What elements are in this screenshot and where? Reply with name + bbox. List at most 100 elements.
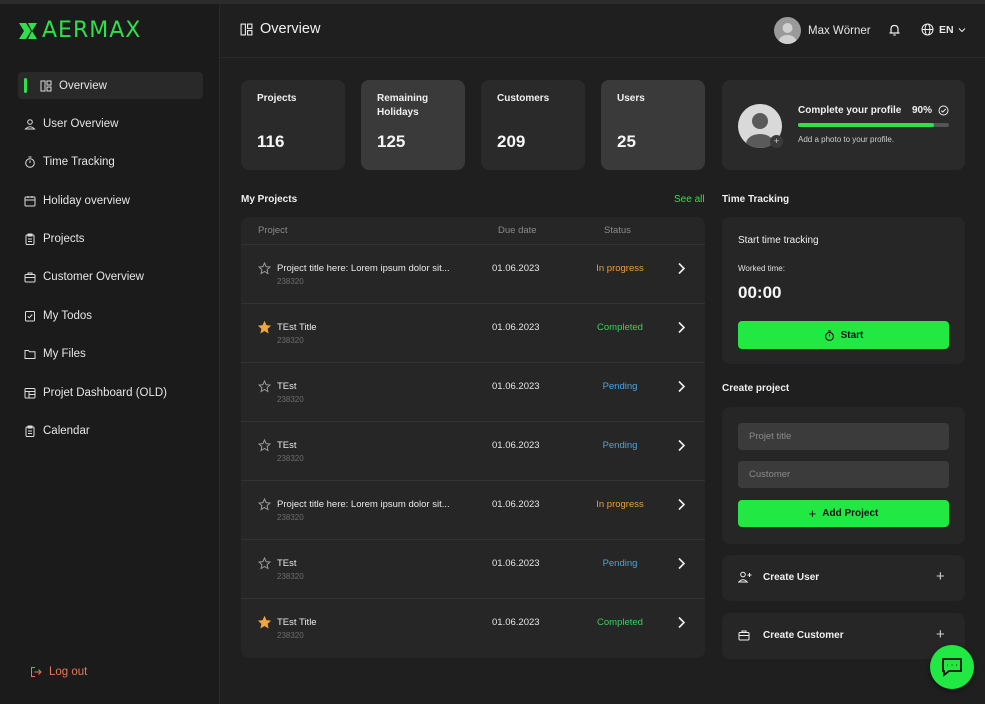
sidebar-item-label: Calendar [43, 425, 90, 438]
language-label: EN [939, 23, 954, 36]
create-user-label: Create User [763, 572, 820, 583]
star-icon[interactable] [258, 439, 271, 452]
stat-label: Remaining Holidays [377, 93, 429, 118]
plus-icon: + [808, 506, 817, 521]
create-user-card[interactable]: Create User + [722, 555, 965, 601]
chevron-right-icon[interactable] [677, 498, 686, 511]
active-indicator [24, 78, 27, 93]
stat-card-projects[interactable]: Projects 116 [241, 80, 345, 170]
sidebar-item-projet-dashboard-old[interactable]: Projet Dashboard (OLD) [18, 379, 203, 406]
stopwatch-icon [824, 329, 834, 341]
stat-label: Projects [257, 93, 297, 104]
dashboard-icon [40, 80, 52, 92]
star-icon[interactable] [258, 380, 271, 393]
sidebar-item-label: Projet Dashboard (OLD) [43, 386, 167, 399]
due-date: 01.06.2023 [492, 499, 540, 510]
table-row[interactable]: TEst 238320 01.06.2023 Pending [241, 363, 705, 422]
sidebar-item-time-tracking[interactable]: Time Tracking [18, 149, 203, 176]
avatar [774, 17, 801, 44]
worked-time-label: Worked time: [738, 264, 785, 273]
sidebar-item-user-overview[interactable]: User Overview [18, 110, 203, 137]
sidebar-item-holiday-overview[interactable]: Holiday overview [18, 187, 203, 214]
sidebar-item-customer-overview[interactable]: Customer Overview [18, 264, 203, 291]
star-icon[interactable] [258, 557, 271, 570]
briefcase-icon [738, 630, 750, 641]
table-row[interactable]: TEst Title 238320 01.06.2023 Completed [241, 304, 705, 363]
sidebar-item-calendar[interactable]: Calendar [18, 418, 203, 445]
stat-label: Users [617, 93, 645, 104]
create-customer-card[interactable]: Create Customer + [722, 613, 965, 659]
user-menu[interactable]: Max Wörner [774, 17, 871, 44]
table-row[interactable]: TEst 238320 01.06.2023 Pending [241, 422, 705, 481]
column-header-status: Status [604, 225, 631, 236]
stat-card-customers[interactable]: Customers 209 [481, 80, 585, 170]
calendar-icon [24, 195, 36, 207]
dashboard-icon [240, 23, 253, 35]
sidebar-item-projects[interactable]: Projects [18, 226, 203, 253]
chat-button[interactable] [930, 645, 974, 689]
logout-button[interactable]: Log out [30, 666, 87, 678]
project-title: TEst [277, 381, 297, 392]
logout-label: Log out [49, 666, 88, 678]
add-project-button[interactable]: + Add Project [738, 500, 949, 527]
project-title-input[interactable] [738, 423, 949, 450]
star-filled-icon[interactable] [258, 616, 271, 629]
status-badge: In progress [596, 499, 644, 510]
worked-time-value: 00:00 [738, 283, 782, 302]
layout-icon [24, 387, 36, 399]
stat-value: 25 [617, 132, 636, 151]
stat-card-remaining-holidays[interactable]: Remaining Holidays 125 [361, 80, 465, 170]
project-title: Project title here: Lorem ipsum dolor si… [277, 499, 450, 510]
start-tracking-label: Start time tracking [738, 235, 819, 246]
see-all-link[interactable]: See all [674, 194, 705, 205]
star-icon[interactable] [258, 262, 271, 275]
due-date: 01.06.2023 [492, 381, 540, 392]
logout-icon [31, 667, 42, 677]
table-row[interactable]: TEst 238320 01.06.2023 Pending [241, 540, 705, 599]
sidebar-item-overview[interactable]: Overview [18, 72, 203, 99]
profile-title: Complete your profile [798, 105, 902, 116]
plus-icon[interactable]: + [936, 626, 945, 643]
create-customer-label: Create Customer [763, 630, 844, 641]
start-button[interactable]: Start [738, 321, 949, 349]
project-title: TEst Title [277, 322, 317, 333]
logo[interactable]: AERMAX [18, 18, 141, 43]
add-photo-icon[interactable]: + [770, 135, 783, 148]
table-row[interactable]: Project title here: Lorem ipsum dolor si… [241, 481, 705, 540]
profile-percent: 90% [912, 105, 933, 116]
chevron-right-icon[interactable] [677, 616, 686, 629]
chevron-right-icon[interactable] [677, 557, 686, 570]
language-selector[interactable]: EN [921, 23, 966, 36]
star-icon[interactable] [258, 498, 271, 511]
add-user-icon [738, 571, 752, 583]
app-window: AERMAX Overview User Overview Time Track… [0, 0, 985, 704]
profile-completion-card[interactable]: + Complete your profile 90% Add a photo … [722, 80, 965, 170]
star-filled-icon[interactable] [258, 321, 271, 334]
time-tracking-card: Start time tracking Worked time: 00:00 S… [722, 217, 965, 364]
sidebar-item-my-todos[interactable]: My Todos [18, 302, 203, 329]
table-row[interactable]: Project title here: Lorem ipsum dolor si… [241, 245, 705, 304]
profile-progress-fill [798, 123, 934, 127]
sidebar-item-label: Time Tracking [43, 156, 115, 169]
chevron-right-icon[interactable] [677, 262, 686, 275]
page-title: Overview [240, 21, 320, 37]
table-row[interactable]: TEst Title 238320 01.06.2023 Completed [241, 599, 705, 658]
due-date: 01.06.2023 [492, 558, 540, 569]
chevron-right-icon[interactable] [677, 321, 686, 334]
sidebar-item-my-files[interactable]: My Files [18, 341, 203, 368]
chevron-right-icon[interactable] [677, 439, 686, 452]
stat-card-users[interactable]: Users 25 [601, 80, 705, 170]
sidebar-item-label: Overview [59, 79, 107, 92]
plus-icon[interactable]: + [936, 568, 945, 585]
projects-table: Project Due date Status Project title he… [241, 217, 705, 658]
create-project-title: Create project [722, 383, 790, 394]
check-circle-icon [938, 105, 949, 116]
user-icon [24, 118, 36, 130]
bell-icon[interactable] [888, 23, 901, 42]
customer-input[interactable] [738, 461, 949, 488]
status-badge: Completed [597, 322, 643, 333]
stat-value: 116 [257, 132, 285, 151]
project-title: TEst [277, 440, 297, 451]
time-tracking-title: Time Tracking [722, 194, 790, 205]
chevron-right-icon[interactable] [677, 380, 686, 393]
